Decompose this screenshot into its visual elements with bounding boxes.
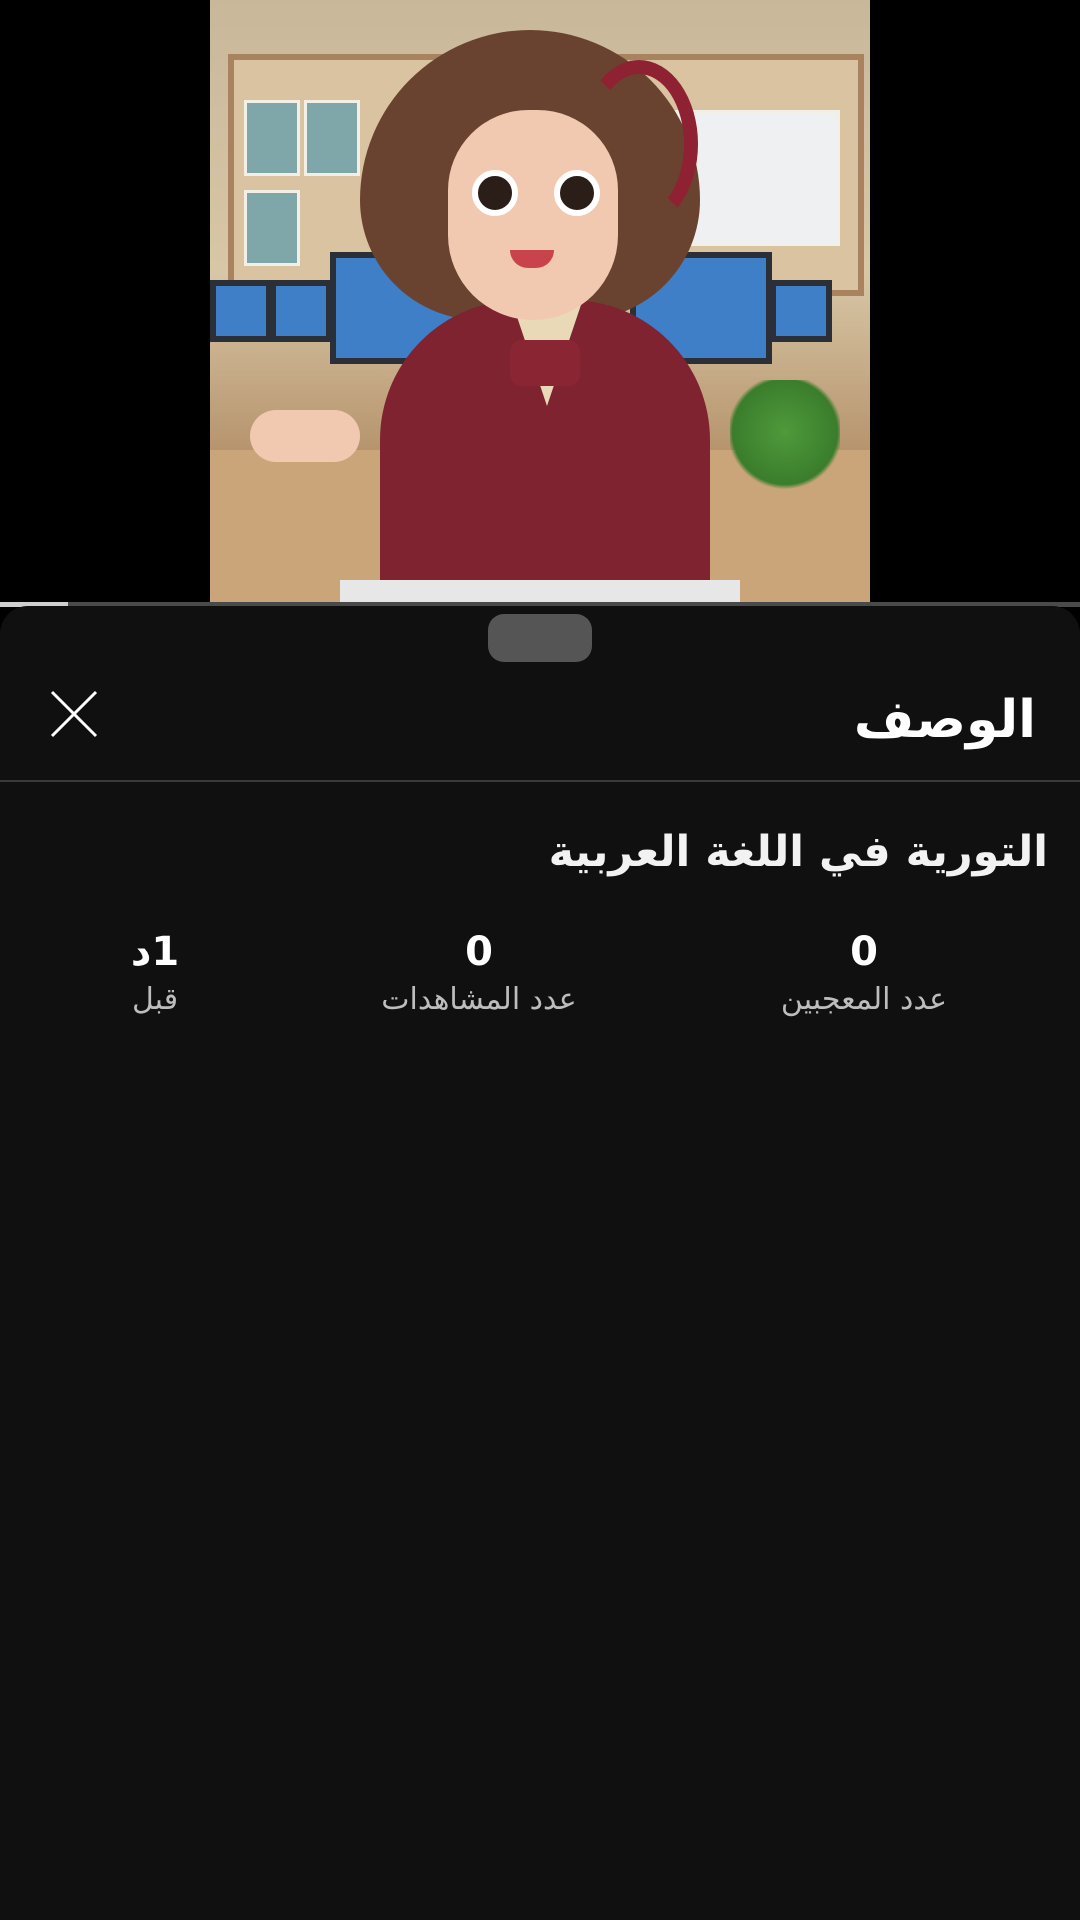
monitor-illustration — [210, 280, 272, 342]
stat-likes: 0 عدد المعجبين — [714, 928, 1014, 1020]
monitor-illustration — [270, 280, 332, 342]
drag-handle[interactable] — [488, 614, 592, 662]
time-ago-label: قبل — [131, 982, 179, 1017]
character-hand — [250, 410, 360, 462]
views-label: عدد المشاهدات — [381, 982, 577, 1017]
close-icon — [50, 690, 98, 738]
video-thumbnail[interactable] — [210, 0, 870, 604]
character-face — [448, 110, 618, 320]
close-button[interactable] — [44, 684, 104, 744]
pinned-photo — [244, 100, 300, 176]
video-title: التورية في اللغة العربية — [548, 827, 1048, 877]
description-sheet: الوصف التورية في اللغة العربية 0 عدد الم… — [0, 606, 1080, 1920]
character-eye — [472, 170, 518, 216]
plant-illustration — [730, 380, 840, 510]
monitor-illustration — [770, 280, 832, 342]
sheet-title: الوصف — [853, 690, 1036, 750]
time-ago-value: 1د — [130, 929, 180, 975]
likes-count: 0 — [850, 929, 878, 975]
sheet-header: الوصف — [0, 662, 1080, 782]
pinned-photo — [304, 100, 360, 176]
video-player[interactable] — [0, 0, 1080, 604]
stat-views: 0 عدد المشاهدات — [329, 928, 629, 1020]
pinned-photo — [244, 190, 300, 266]
likes-label: عدد المعجبين — [780, 982, 948, 1017]
views-count: 0 — [465, 929, 493, 975]
stat-time-ago: 1د قبل — [5, 928, 305, 1020]
character-eye — [554, 170, 600, 216]
character-bow — [510, 340, 580, 386]
keyboard-illustration — [340, 580, 740, 604]
